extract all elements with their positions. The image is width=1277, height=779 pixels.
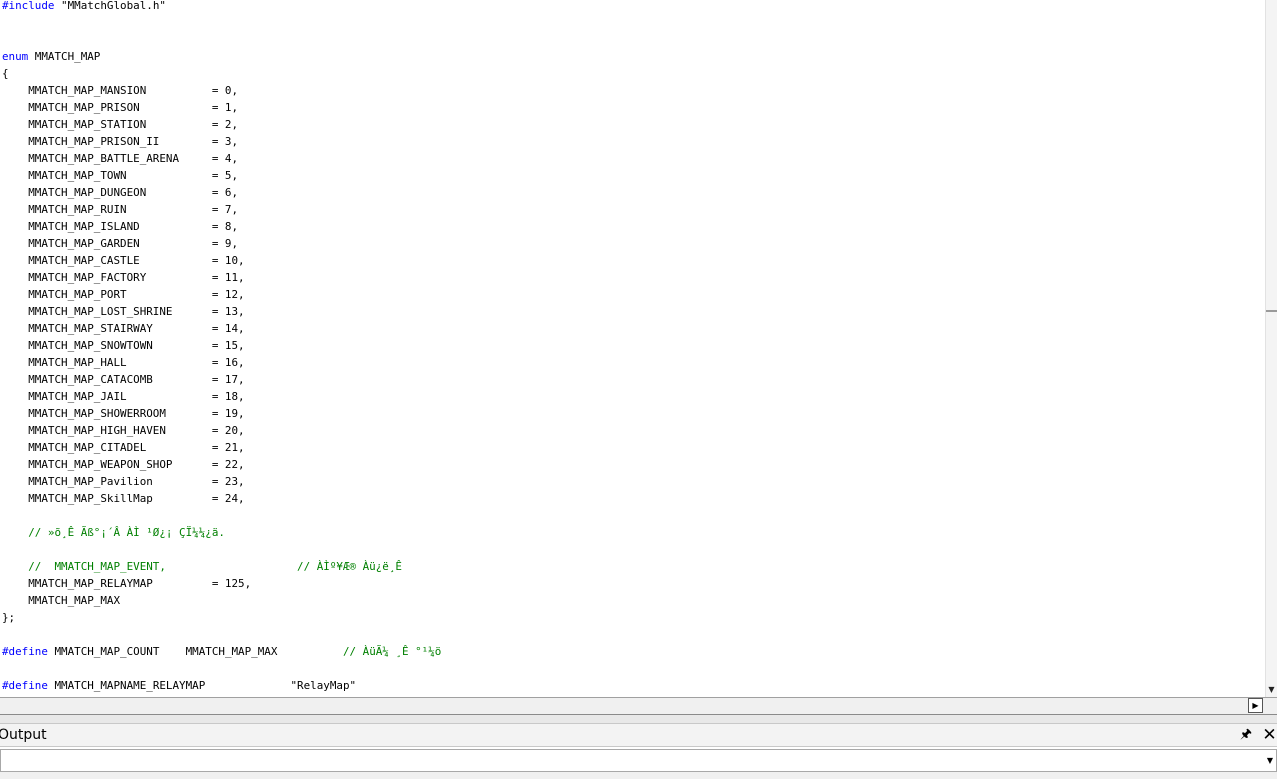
code-keyword: #define (2, 645, 48, 658)
code-text: MMATCH_MAP_MAX (2, 594, 121, 607)
horizontal-scrollbar[interactable]: ▶ (0, 697, 1277, 714)
code-line[interactable]: MMATCH_MAP_GARDEN = 9, (2, 235, 238, 252)
chevron-down-icon[interactable]: ▼ (1263, 752, 1277, 770)
code-text: MMATCH_MAP_MANSION = 0, (2, 84, 239, 97)
code-comment: // ÀüÃ¼ ¸Ê °¹¼ö (342, 645, 442, 658)
code-text: MMATCH_MAP_RUIN = 7, (2, 203, 239, 216)
code-text: MMATCH_MAP_SNOWTOWN = 15, (2, 339, 245, 352)
code-line[interactable]: MMATCH_MAP_SNOWTOWN = 15, (2, 337, 245, 354)
code-text: "MMatchGlobal.h" (54, 0, 166, 12)
code-comment: // »õ¸Ê Ãß°¡´Â ÀÌ ¹Ø¿¡ ÇÏ¼¼¿ä. (28, 526, 225, 539)
code-comment: // MMATCH_MAP_EVENT, // ÀÌº¥Æ® Àü¿ë¸Ê (28, 560, 402, 573)
code-text: MMATCH_MAP_PRISON_II = 3, (2, 135, 239, 148)
close-icon[interactable]: ✕ (1262, 727, 1277, 744)
code-text: }; (2, 611, 16, 624)
vertical-scrollbar[interactable]: ▼ (1265, 0, 1277, 697)
output-panel-title: Output (0, 727, 47, 743)
code-line[interactable]: { (2, 65, 9, 82)
code-line[interactable]: MMATCH_MAP_FACTORY = 11, (2, 269, 245, 286)
code-text: MMATCH_MAP_GARDEN = 9, (2, 237, 239, 250)
scroll-down-arrow-icon[interactable]: ▼ (1266, 684, 1277, 696)
code-line[interactable]: MMATCH_MAP_SHOWERROOM = 19, (2, 405, 245, 422)
code-text: MMATCH_MAP_PRISON = 1, (2, 101, 239, 114)
code-text: MMATCH_MAP_CASTLE = 10, (2, 254, 245, 267)
code-text: { (2, 67, 9, 80)
code-text: MMATCH_MAP_WEAPON_SHOP = 22, (2, 458, 245, 471)
code-line[interactable]: MMATCH_MAP_WEAPON_SHOP = 22, (2, 456, 245, 473)
code-text: MMATCH_MAP_STAIRWAY = 14, (2, 322, 245, 335)
code-line[interactable]: MMATCH_MAP_LOST_SHRINE = 13, (2, 303, 245, 320)
code-line[interactable]: MMATCH_MAP_SkillMap = 24, (2, 490, 245, 507)
pane-splitter[interactable] (0, 714, 1277, 724)
code-text: MMATCH_MAP_HIGH_HAVEN = 20, (2, 424, 245, 437)
code-text: MMATCH_MAP_CITADEL = 21, (2, 441, 245, 454)
code-line[interactable]: MMATCH_MAP_CATACOMB = 17, (2, 371, 245, 388)
code-text: MMATCH_MAPNAME_RELAYMAP "RelayMap" (47, 679, 357, 692)
code-line[interactable]: MMATCH_MAP_CASTLE = 10, (2, 252, 245, 269)
code-line[interactable]: #include "MMatchGlobal.h" (2, 0, 166, 14)
code-line[interactable]: MMATCH_MAP_RELAYMAP = 125, (2, 575, 251, 592)
code-text: MMATCH_MAP_SHOWERROOM = 19, (2, 407, 245, 420)
code-line[interactable]: MMATCH_MAP_Pavilion = 23, (2, 473, 245, 490)
code-line[interactable]: }; (2, 609, 15, 626)
code-keyword: #define (2, 679, 48, 692)
code-text: MMATCH_MAP_RELAYMAP = 125, (2, 577, 252, 590)
code-text: MMATCH_MAP_BATTLE_ARENA = 4, (2, 152, 239, 165)
code-line[interactable]: MMATCH_MAP_PRISON = 1, (2, 99, 238, 116)
code-text: MMATCH_MAP_LOST_SHRINE = 13, (2, 305, 245, 318)
code-line[interactable]: MMATCH_MAP_HALL = 16, (2, 354, 245, 371)
code-line[interactable]: // »õ¸Ê Ãß°¡´Â ÀÌ ¹Ø¿¡ ÇÏ¼¼¿ä. (2, 524, 225, 541)
code-line[interactable]: MMATCH_MAP_DUNGEON = 6, (2, 184, 238, 201)
scrollbar-thumb[interactable] (1266, 310, 1277, 312)
code-line[interactable]: MMATCH_MAP_PORT = 12, (2, 286, 245, 303)
code-line[interactable]: MMATCH_MAP_MAX (2, 592, 120, 609)
output-source-dropdown[interactable]: ▼ (0, 749, 1277, 772)
output-panel-header: Output 🖈 ✕ (0, 724, 1277, 747)
code-line[interactable]: MMATCH_MAP_PRISON_II = 3, (2, 133, 238, 150)
code-text: MMATCH_MAP_PORT = 12, (2, 288, 245, 301)
code-line[interactable]: MMATCH_MAP_JAIL = 18, (2, 388, 245, 405)
code-line[interactable]: MMATCH_MAP_STAIRWAY = 14, (2, 320, 245, 337)
code-text: MMATCH_MAP_STATION = 2, (2, 118, 239, 131)
code-line[interactable]: MMATCH_MAP_MANSION = 0, (2, 82, 238, 99)
code-line[interactable]: MMATCH_MAP_ISLAND = 8, (2, 218, 238, 235)
code-text: MMATCH_MAP_ISLAND = 8, (2, 220, 239, 233)
code-text: MMATCH_MAP_Pavilion = 23, (2, 475, 245, 488)
code-editor[interactable]: #include "MMatchGlobal.h" enum MMATCH_MAP… (0, 0, 1265, 697)
code-line[interactable]: MMATCH_MAP_HIGH_HAVEN = 20, (2, 422, 245, 439)
code-text: MMATCH_MAP_HALL = 16, (2, 356, 245, 369)
code-text: MMATCH_MAP_TOWN = 5, (2, 169, 239, 182)
scroll-right-arrow-icon[interactable]: ▶ (1248, 698, 1263, 713)
code-text: MMATCH_MAP_COUNT MMATCH_MAP_MAX (47, 645, 343, 658)
code-text: MMATCH_MAP_SkillMap = 24, (2, 492, 245, 505)
code-line[interactable]: MMATCH_MAP_TOWN = 5, (2, 167, 238, 184)
code-line[interactable]: enum MMATCH_MAP (2, 48, 100, 65)
code-text: MMATCH_MAP_FACTORY = 11, (2, 271, 245, 284)
code-line[interactable]: #define MMATCH_MAPNAME_RELAYMAP "RelayMa… (2, 677, 356, 694)
code-text: MMATCH_MAP_DUNGEON = 6, (2, 186, 239, 199)
code-line[interactable]: MMATCH_MAP_BATTLE_ARENA = 4, (2, 150, 238, 167)
code-text: MMATCH_MAP_JAIL = 18, (2, 390, 245, 403)
pin-icon[interactable]: 🖈 (1239, 727, 1253, 743)
code-line[interactable]: #define MMATCH_MAP_COUNT MMATCH_MAP_MAX … (2, 643, 441, 660)
status-strip (0, 772, 1277, 779)
code-text: MMATCH_MAP_CATACOMB = 17, (2, 373, 245, 386)
code-keyword: enum (2, 50, 29, 63)
code-line[interactable]: MMATCH_MAP_CITADEL = 21, (2, 439, 245, 456)
code-line[interactable]: MMATCH_MAP_RUIN = 7, (2, 201, 238, 218)
code-line[interactable]: // MMATCH_MAP_EVENT, // ÀÌº¥Æ® Àü¿ë¸Ê (2, 558, 402, 575)
code-line[interactable]: MMATCH_MAP_STATION = 2, (2, 116, 238, 133)
code-keyword: #include (2, 0, 55, 12)
code-text: MMATCH_MAP (28, 50, 101, 63)
